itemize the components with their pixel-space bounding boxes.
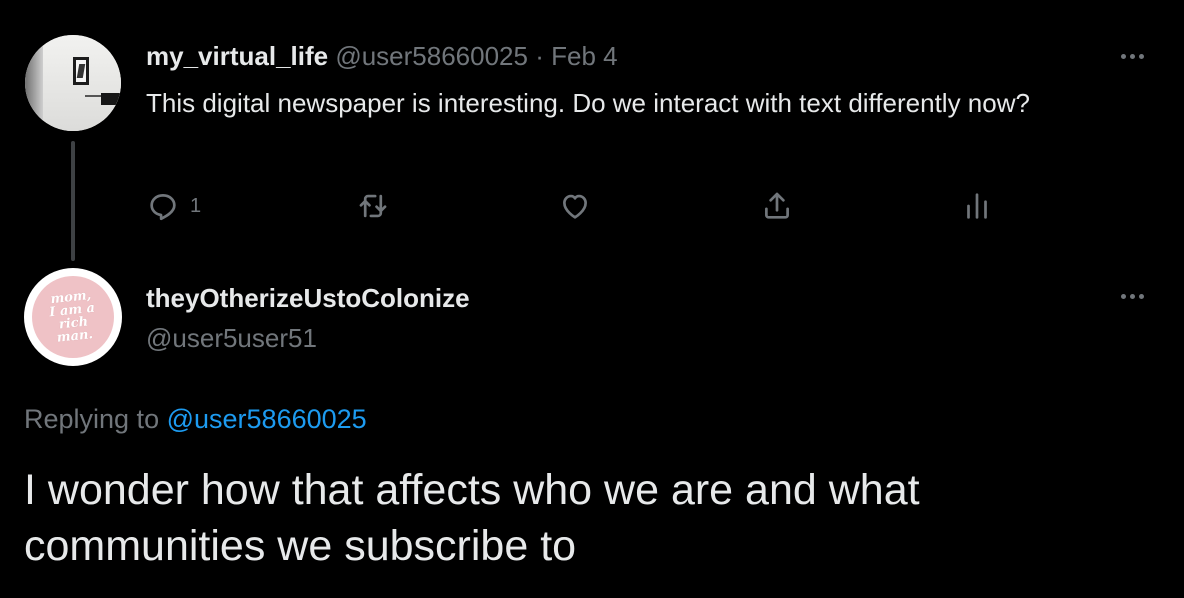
more-dot-icon [1121, 294, 1126, 299]
like-button[interactable] [558, 186, 602, 226]
parent-tweet-text: This digital newspaper is interesting. D… [146, 88, 1030, 118]
reply-more-options-button[interactable] [1118, 286, 1158, 306]
thread-connector-line [71, 141, 75, 261]
avatar-theyotherizeustocolonize[interactable]: mom, I am a rich man. [24, 268, 122, 366]
parent-display-name[interactable]: my_virtual_life [146, 41, 328, 71]
share-button[interactable] [760, 186, 794, 226]
avatar-badge: mom, I am a rich man. [32, 276, 114, 358]
replying-to-label: Replying to [24, 404, 160, 434]
retweet-button[interactable] [356, 186, 400, 226]
more-dot-icon [1121, 54, 1126, 59]
replying-to-handle-link[interactable]: @user58660025 [167, 404, 367, 434]
retweet-icon [359, 194, 387, 218]
more-dot-icon [1130, 294, 1135, 299]
replying-to-line: Replying to @user58660025 [24, 402, 367, 436]
avatar-photo-detail [25, 35, 43, 131]
share-icon [765, 192, 789, 219]
analytics-button[interactable] [960, 186, 994, 226]
heart-icon [563, 194, 587, 219]
header-separator: · [535, 41, 544, 71]
avatar-photo-detail [101, 93, 121, 105]
analytics-icon [967, 193, 987, 219]
parent-handle[interactable]: @user58660025 [335, 41, 528, 71]
reply-button[interactable]: 1 [146, 186, 201, 226]
more-dot-icon [1139, 294, 1144, 299]
avatar-text: mom, I am a rich man. [48, 288, 96, 346]
avatar-my-virtual-life[interactable] [25, 35, 121, 131]
parent-date[interactable]: Feb 4 [551, 41, 618, 71]
reply-handle[interactable]: @user5user51 [146, 322, 317, 354]
more-dot-icon [1139, 54, 1144, 59]
reply-tweet-text: I wonder how that affects who we are and… [24, 466, 920, 570]
reply-icon [150, 194, 176, 221]
parent-more-options-button[interactable] [1118, 46, 1158, 66]
parent-tweet-header: my_virtual_life @user58660025 · Feb 4 [146, 40, 618, 72]
more-dot-icon [1130, 54, 1135, 59]
reply-display-name[interactable]: theyOtherizeUstoColonize [146, 282, 470, 314]
reply-count: 1 [190, 194, 202, 217]
avatar-photo-frame [73, 57, 89, 85]
